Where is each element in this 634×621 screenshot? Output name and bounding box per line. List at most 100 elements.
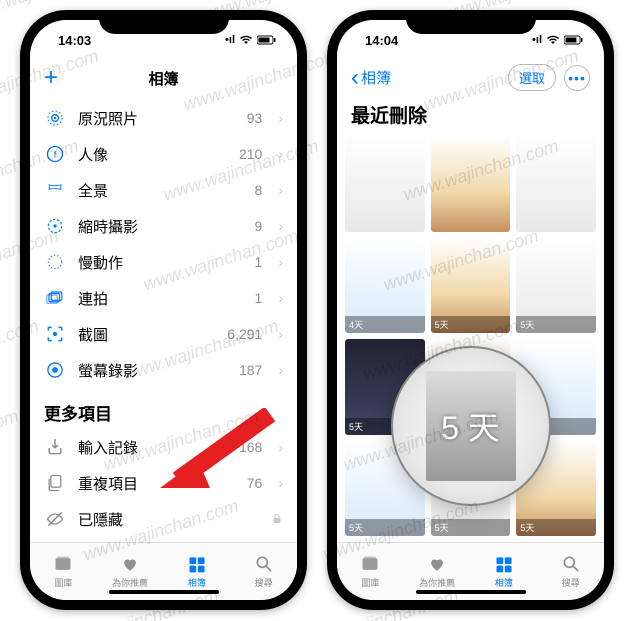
row-label: 截圖 [78, 324, 215, 345]
select-button[interactable]: 選取 [508, 64, 556, 91]
chevron-right-icon: › [278, 218, 283, 234]
burst-icon [44, 287, 66, 309]
signal-icon: •ıl [225, 34, 235, 46]
media-row-screenshot[interactable]: 截圖 6,291 › [30, 316, 297, 352]
media-row-burst[interactable]: 連拍1› [30, 280, 297, 316]
nav-bar: 相簿 選取 ••• [337, 60, 604, 99]
nav-bar: + 相簿 [30, 60, 297, 100]
row-count: 6,291 [227, 326, 262, 342]
chevron-right-icon: › [278, 439, 283, 455]
more-row-import[interactable]: 輸入記錄168› [30, 429, 297, 465]
timelapse-icon [44, 215, 66, 237]
chevron-right-icon: › [278, 475, 283, 491]
media-row-livephoto[interactable]: 原況照片 93 › [30, 100, 297, 136]
row-label: 全景 [78, 180, 243, 201]
media-row-screenrec[interactable]: 螢幕錄影 187 › [30, 352, 297, 388]
content-area: 4天5天5天5天5天5天5天5天5天5天5天5天5天00:23.13 5 天 [337, 136, 604, 542]
albums-icon [493, 554, 515, 574]
chevron-right-icon: › [278, 254, 283, 270]
battery-icon [257, 35, 277, 45]
row-label: 連拍 [78, 288, 243, 309]
content-area: 原況照片93›f人像210›全景8›縮時攝影9›慢動作1›連拍1›截圖6,291… [30, 100, 297, 542]
notch [99, 10, 229, 34]
hidden-icon [44, 508, 66, 530]
more-row-duplicate[interactable]: 重複項目 76 › [30, 465, 297, 501]
search-icon [560, 554, 582, 574]
tab-search[interactable]: 搜尋 [230, 543, 297, 600]
photo-thumb[interactable] [431, 136, 511, 232]
tab-label: 相簿 [495, 576, 513, 589]
notch [406, 10, 536, 34]
photo-thumb[interactable] [516, 136, 596, 232]
library-icon [359, 554, 381, 574]
photo-thumb[interactable]: 5天 [431, 238, 511, 334]
days-badge: 5天 [516, 316, 596, 333]
row-count: 187 [239, 362, 262, 378]
more-button[interactable]: ••• [564, 65, 590, 91]
import-icon [44, 436, 66, 458]
tab-library[interactable]: 圖庫 [30, 543, 97, 600]
back-button[interactable]: 相簿 [351, 67, 391, 88]
row-count: 9 [255, 218, 263, 234]
search-icon [253, 554, 275, 574]
tab-library[interactable]: 圖庫 [337, 543, 404, 600]
row-label: 人像 [78, 144, 227, 165]
screen-right: 14:04 •ıl 相簿 選取 ••• 最近刪除 [337, 20, 604, 600]
chevron-right-icon: › [278, 110, 283, 126]
status-indicators: •ıl [225, 34, 277, 46]
media-row-timelapse[interactable]: 縮時攝影9› [30, 208, 297, 244]
tab-label: 搜尋 [255, 576, 273, 589]
screenshot-icon [44, 323, 66, 345]
days-badge: 4天 [345, 316, 425, 333]
photo-thumb[interactable] [345, 136, 425, 232]
more-items-list: 輸入記錄168›重複項目76›已隱藏最近刪除 [30, 429, 297, 542]
row-count: 168 [239, 439, 262, 455]
media-row-slomo[interactable]: 慢動作1› [30, 244, 297, 280]
page-title: 最近刪除 [337, 99, 604, 136]
status-time: 14:03 [58, 33, 91, 48]
row-count: 1 [255, 254, 263, 270]
wifi-icon [239, 35, 253, 45]
phone-frame-right: 14:04 •ıl 相簿 選取 ••• 最近刪除 [327, 10, 614, 610]
tab-search[interactable]: 搜尋 [537, 543, 604, 600]
row-label: 原況照片 [78, 108, 235, 129]
portrait-icon: f [44, 143, 66, 165]
albums-icon [186, 554, 208, 574]
photo-thumb[interactable]: 5天 [516, 238, 596, 334]
row-count: 76 [247, 475, 263, 491]
days-badge: 5天 [345, 519, 425, 536]
row-label: 螢幕錄影 [78, 360, 227, 381]
phone-frame-left: 14:03 •ıl + 相簿 原況照片93›f人像210›全景8›縮時攝影9›慢… [20, 10, 307, 610]
signal-icon: •ıl [532, 34, 542, 46]
screenrec-icon [44, 359, 66, 381]
home-indicator[interactable] [416, 590, 526, 594]
battery-icon [564, 35, 584, 45]
svg-text:f: f [54, 149, 57, 159]
section-header-more: 更多項目 [30, 388, 297, 429]
row-count: 93 [247, 110, 263, 126]
row-count: 210 [239, 146, 262, 162]
media-row-portrait[interactable]: f 人像 210 › [30, 136, 297, 172]
tab-label: 相簿 [188, 576, 206, 589]
row-label: 重複項目 [78, 473, 235, 494]
wifi-icon [546, 35, 560, 45]
row-label: 已隱藏 [78, 509, 259, 530]
chevron-right-icon: › [278, 326, 283, 342]
lock-icon [271, 512, 283, 526]
chevron-right-icon: › [278, 146, 283, 162]
tab-label: 為你推薦 [419, 576, 455, 589]
status-time: 14:04 [365, 33, 398, 48]
add-button[interactable]: + [44, 64, 58, 92]
home-indicator[interactable] [109, 590, 219, 594]
magnifier-lens: 5 天 [391, 346, 551, 506]
days-badge: 5天 [516, 519, 596, 536]
status-indicators: •ıl [532, 34, 584, 46]
more-row-hidden[interactable]: 已隱藏 [30, 501, 297, 537]
chevron-right-icon: › [278, 362, 283, 378]
media-row-pano[interactable]: 全景8› [30, 172, 297, 208]
chevron-right-icon: › [278, 182, 283, 198]
more-row-trash[interactable]: 最近刪除 [30, 537, 297, 542]
tab-label: 圖庫 [54, 576, 72, 589]
photo-thumb[interactable]: 4天 [345, 238, 425, 334]
days-badge: 5天 [431, 316, 511, 333]
